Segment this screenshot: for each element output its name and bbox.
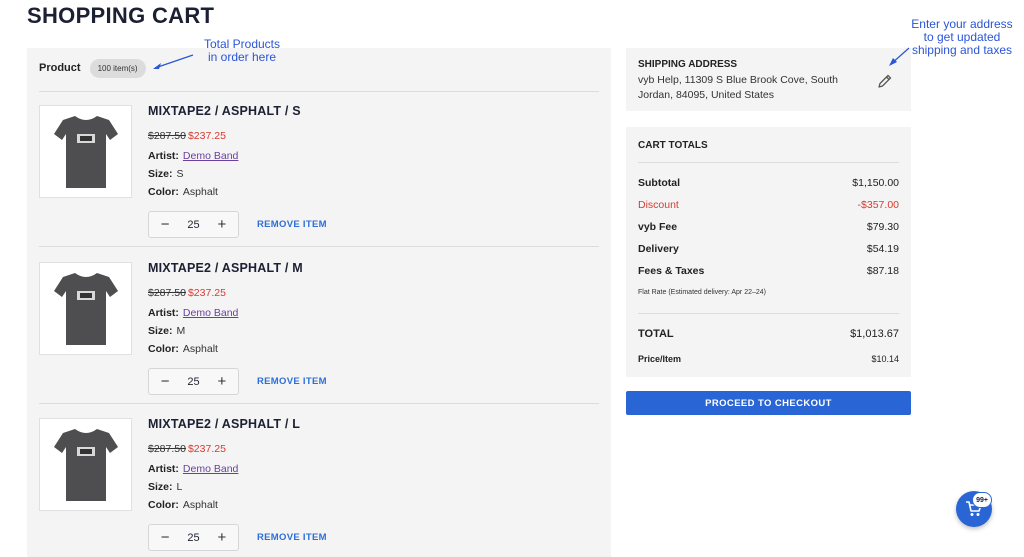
artist-label: Artist: [148,463,179,475]
color-value: Asphalt [182,186,218,198]
shipping-address-title: SHIPPING ADDRESS [638,59,738,70]
size-label: Size: [148,481,173,493]
delivery-row: Delivery $54.19 [638,243,899,255]
color-value: Asphalt [182,499,218,511]
size-label: Size: [148,325,173,337]
price-per-item-value: $10.14 [871,354,899,364]
divider [638,162,899,163]
flat-rate-note: Flat Rate (Estimated delivery: Apr 22–24… [638,289,767,296]
plus-icon[interactable]: + [212,373,232,390]
fee-value: $79.30 [866,221,899,233]
sale-price: $237.25 [187,443,226,455]
subtotal-value: $1,150.00 [852,177,899,189]
divider [638,313,899,314]
quantity-stepper: − 25 + [148,368,239,395]
artist-link[interactable]: Demo Band [183,463,238,475]
annotation-arrow-icon [153,54,194,69]
annotation-line: shipping and taxes [911,43,1013,57]
taxes-row: Fees & Taxes $87.18 [638,265,899,277]
price-per-item-label: Price/Item [638,354,682,364]
tshirt-image [53,115,118,188]
product-thumbnail[interactable] [39,418,132,511]
price-per-item-row: Price/Item $10.14 [638,354,899,364]
total-label: TOTAL [638,328,674,340]
page-title: SHOPPING CART [27,3,215,28]
total-row: TOTAL $1,013.67 [638,328,899,340]
sale-price: $237.25 [187,130,226,142]
delivery-label: Delivery [638,243,679,255]
minus-icon[interactable]: − [155,529,175,546]
pencil-icon[interactable] [877,73,893,89]
original-price: $287.50 [148,443,186,455]
artist-label: Artist: [148,307,179,319]
taxes-value: $87.18 [866,265,899,277]
total-value: $1,013.67 [850,328,899,340]
product-name[interactable]: MIXTAPE2 / ASPHALT / M [148,261,303,275]
product-name[interactable]: MIXTAPE2 / ASPHALT / L [148,417,300,431]
shipping-address-text: vyb Help, 11309 S Blue Brook Cove, South… [638,74,839,101]
artist-label: Artist: [148,150,179,162]
delivery-value: $54.19 [866,243,899,255]
quantity-stepper: − 25 + [148,211,239,238]
color-label: Color: [148,499,179,511]
annotation-line: in order here [207,50,277,64]
discount-label: Discount [638,199,679,211]
quantity-value[interactable]: 25 [187,219,199,231]
minus-icon[interactable]: − [155,216,175,233]
cart-item: MIXTAPE2 / ASPHALT / S $287.50 $237.25 Ar… [39,92,599,248]
cart-item: MIXTAPE2 / ASPHALT / L $287.50 $237.25 Ar… [39,405,599,557]
artist-link[interactable]: Demo Band [183,307,238,319]
fee-label: vyb Fee [638,221,678,233]
size-value: S [176,168,184,180]
remove-item-button[interactable]: REMOVE ITEM [257,376,327,387]
product-thumbnail[interactable] [39,105,132,198]
plus-icon[interactable]: + [212,216,232,233]
cart-panel: Product 100 item(s) MIXTAPE2 / ASPHALT /… [27,48,611,557]
cart-totals-panel: CART TOTALS Subtotal $1,150.00 Discount -$… [626,127,911,377]
proceed-to-checkout-button[interactable]: PROCEED TO CHECKOUT [626,391,911,415]
product-column-label: Product [39,62,81,74]
sale-price: $237.25 [187,287,226,299]
tshirt-image [53,428,118,501]
cart-totals-title: CART TOTALS [638,140,708,151]
minus-icon[interactable]: − [155,373,175,390]
product-thumbnail[interactable] [39,262,132,355]
original-price: $287.50 [148,130,186,142]
quantity-stepper: − 25 + [148,524,239,551]
item-count-badge: 100 item(s) [89,58,146,78]
taxes-label: Fees & Taxes [638,265,705,277]
discount-row: Discount -$357.00 [638,199,899,211]
quantity-value[interactable]: 25 [187,376,199,388]
fee-row: vyb Fee $79.30 [638,221,899,233]
cart-count-badge: 99+ [972,492,992,508]
divider [39,246,599,247]
subtotal-row: Subtotal $1,150.00 [638,177,899,189]
original-price: $287.50 [148,287,186,299]
address-annotation: Enter your address to get updated shippi… [900,18,1024,57]
cart-item: MIXTAPE2 / ASPHALT / M $287.50 $237.25 Ar… [39,249,599,405]
color-label: Color: [148,343,179,355]
remove-item-button[interactable]: REMOVE ITEM [257,219,327,230]
subtotal-label: Subtotal [638,177,680,189]
artist-link[interactable]: Demo Band [183,150,238,162]
plus-icon[interactable]: + [212,529,232,546]
products-annotation: Total Products in order here [192,38,292,64]
discount-value: -$357.00 [857,199,899,211]
color-label: Color: [148,186,179,198]
shipping-address-panel: SHIPPING ADDRESS vyb Help, 11309 S Blue … [626,48,911,111]
size-value: L [176,481,183,493]
annotation-arrow-icon [889,47,910,66]
tshirt-image [53,272,118,345]
product-name[interactable]: MIXTAPE2 / ASPHALT / S [148,104,301,118]
color-value: Asphalt [182,343,218,355]
size-label: Size: [148,168,173,180]
remove-item-button[interactable]: REMOVE ITEM [257,532,327,543]
divider [39,403,599,404]
size-value: M [176,325,186,337]
cart-header: Product 100 item(s) [39,58,146,78]
quantity-value[interactable]: 25 [187,532,199,544]
